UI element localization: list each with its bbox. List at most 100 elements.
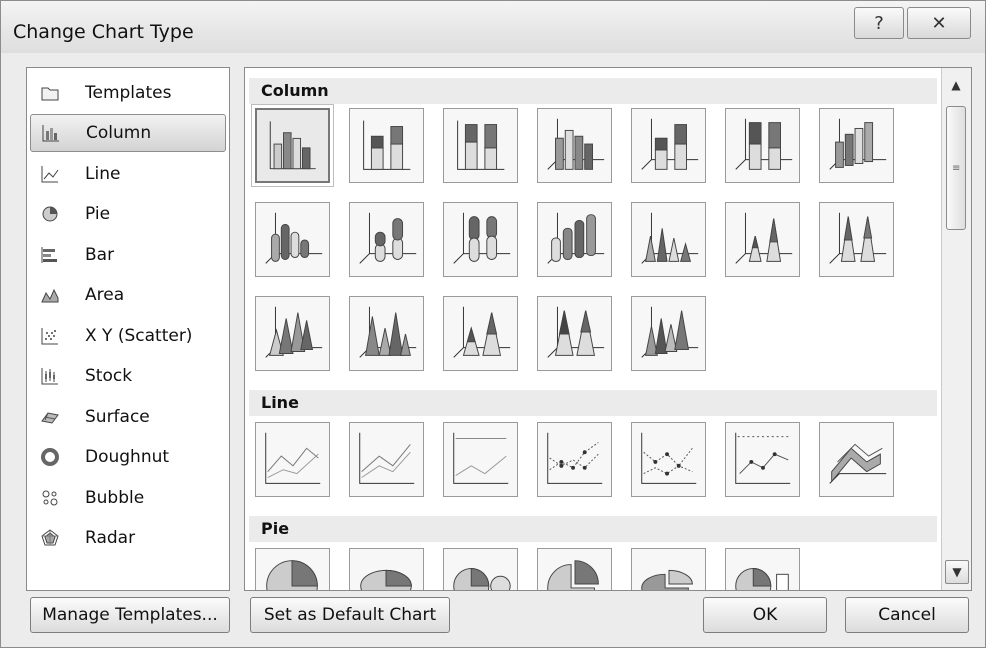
chart-thumb-exploded-pie[interactable] [537, 548, 612, 590]
category-label: Radar [85, 528, 136, 548]
section-header-pie: Pie [249, 516, 937, 542]
chart-thumb-clustered-cylinder[interactable] [255, 202, 330, 277]
close-button[interactable]: ✕ [907, 7, 971, 39]
clustered-column-icon [269, 121, 316, 170]
category-doughnut[interactable]: Doughnut [30, 438, 226, 476]
chart-thumb-stacked-line[interactable] [349, 422, 424, 497]
chart-thumb-3d-column[interactable] [819, 108, 894, 183]
chart-thumb-3d-line[interactable] [819, 422, 894, 497]
pie-chart-icon [42, 206, 58, 222]
stacked-pyramid-icon [359, 306, 417, 358]
category-radar[interactable]: Radar [30, 519, 226, 557]
set-default-chart-button[interactable]: Set as Default Chart [250, 597, 450, 633]
chart-thumb-pie[interactable] [255, 548, 330, 590]
category-bubble[interactable]: Bubble [30, 479, 226, 517]
percent-stacked-column-icon [457, 120, 505, 170]
pie-icon [266, 560, 318, 590]
dialog-title: Change Chart Type [13, 21, 194, 43]
category-label: Line [85, 164, 121, 184]
category-surface[interactable]: Surface [30, 398, 226, 436]
scroll-up-arrow-icon[interactable]: ▲ [945, 74, 967, 96]
chart-thumb-clustered-pyramid[interactable] [255, 296, 330, 371]
category-label: Bar [85, 245, 115, 265]
section-header-column: Column [249, 78, 937, 104]
grip-icon: ≡ [952, 163, 961, 174]
chart-thumb-stacked-column[interactable] [349, 108, 424, 183]
category-label: Stock [85, 366, 133, 386]
percent-stacked-cone-icon [829, 212, 887, 264]
chart-thumb-stacked-cone[interactable] [725, 202, 800, 277]
chart-thumb-100-stacked-pyramid[interactable] [443, 296, 518, 371]
area-chart-icon [41, 288, 59, 303]
cylinder-icon [265, 212, 323, 264]
chart-thumb-clustered-cone[interactable] [631, 202, 706, 277]
stacked-column-icon [363, 120, 411, 170]
chart-thumb-pie-of-pie[interactable] [443, 548, 518, 590]
chart-thumb-stacked-line-markers[interactable] [631, 422, 706, 497]
category-label: Bubble [85, 488, 145, 508]
line-icon [265, 432, 321, 484]
line-chart-icon [41, 166, 59, 183]
section-title: Column [261, 81, 329, 100]
category-line[interactable]: Line [30, 155, 226, 193]
cancel-button[interactable]: Cancel [845, 597, 969, 633]
category-area[interactable]: Area [30, 276, 226, 314]
category-column[interactable]: Column [30, 114, 226, 152]
category-label: Doughnut [85, 447, 170, 467]
3d-stacked-pyramid-icon [547, 306, 605, 358]
3d-cylinder-icon [547, 212, 605, 264]
manage-templates-button[interactable]: Manage Templates... [30, 597, 230, 633]
chart-thumb-line-with-markers[interactable] [537, 422, 612, 497]
category-scatter[interactable]: X Y (Scatter) [30, 317, 226, 355]
chart-thumb-100-stacked-cone[interactable] [819, 202, 894, 277]
chart-thumb-100-stacked-cylinder[interactable] [443, 202, 518, 277]
category-templates[interactable]: Templates [30, 74, 226, 112]
section-header-line: Line [249, 390, 937, 416]
chart-thumb-3d-stacked-column[interactable] [631, 108, 706, 183]
scrollbar-thumb[interactable]: ≡ [946, 106, 966, 230]
pie-of-pie-icon [453, 567, 511, 590]
category-stock[interactable]: Stock [30, 357, 226, 395]
chart-thumb-stacked-pyramid[interactable] [349, 296, 424, 371]
section-title: Line [261, 393, 299, 412]
chart-thumb-stacked-cylinder[interactable] [349, 202, 424, 277]
chart-thumb-clustered-column[interactable] [251, 104, 334, 187]
bubble-chart-icon [42, 490, 58, 506]
chart-thumb-3d-cylinder[interactable] [537, 202, 612, 277]
chart-thumb-3d-pie[interactable] [349, 548, 424, 590]
ok-button[interactable]: OK [703, 597, 827, 633]
3d-pyramid-icon [641, 306, 699, 358]
3d-percent-stacked-column-icon [735, 118, 793, 170]
title-bar: Change Chart Type ? ✕ [1, 1, 985, 53]
scroll-down-arrow-icon[interactable]: ▼ [945, 560, 969, 584]
chart-thumb-100-stacked-column[interactable] [443, 108, 518, 183]
close-icon: ✕ [931, 12, 947, 34]
category-label: Area [85, 285, 125, 305]
change-chart-type-dialog: Change Chart Type ? ✕ Templates Column L… [0, 0, 986, 648]
chart-thumb-3d-pyramid[interactable] [631, 296, 706, 371]
category-label: Templates [85, 83, 172, 103]
chart-thumb-line[interactable] [255, 422, 330, 497]
stacked-line-markers-icon [641, 432, 697, 484]
chart-thumb-bar-of-pie[interactable] [725, 548, 800, 590]
help-icon: ? [874, 12, 884, 34]
chart-thumb-3d-100-stacked-column[interactable] [725, 108, 800, 183]
gallery-scrollbar[interactable]: ▲ ≡ ▼ [941, 68, 971, 590]
3d-pie-icon [360, 569, 412, 590]
category-label: Pie [85, 204, 111, 224]
chart-thumb-3d-exploded-pie[interactable] [631, 548, 706, 590]
category-pie[interactable]: Pie [30, 195, 226, 233]
chart-thumb-3d-pyramid-stacked[interactable] [537, 296, 612, 371]
category-bar[interactable]: Bar [30, 236, 226, 274]
chart-subtype-gallery: Column Line Pie ▲ ≡ ▼ [244, 67, 972, 591]
bar-of-pie-icon [735, 567, 789, 590]
percent-stacked-line-markers-icon [735, 432, 791, 484]
chart-thumb-100-stacked-line-markers[interactable] [725, 422, 800, 497]
folder-icon [41, 87, 59, 101]
cone-icon [641, 212, 699, 264]
chart-thumb-3d-clustered-column[interactable] [537, 108, 612, 183]
stacked-line-icon [359, 432, 415, 484]
help-button[interactable]: ? [854, 7, 904, 39]
chart-thumb-100-stacked-line[interactable] [443, 422, 518, 497]
3d-exploded-pie-icon [641, 569, 693, 590]
